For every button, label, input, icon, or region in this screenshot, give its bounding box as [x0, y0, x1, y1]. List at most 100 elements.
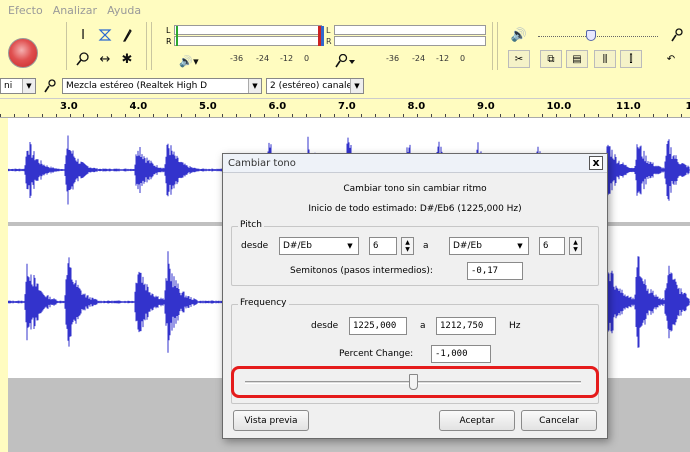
multi-tool-icon[interactable]: ✱ [116, 48, 138, 70]
frequency-to-label: a [420, 321, 426, 331]
pitch-to-octave-input[interactable]: 6 [539, 237, 565, 255]
scale-label: -36 [230, 54, 244, 63]
ok-button[interactable]: Aceptar [439, 410, 515, 431]
ruler-tick [55, 114, 57, 117]
dialog-heading: Cambiar tono sin cambiar ritmo [343, 184, 487, 194]
toolbar-separator [146, 22, 147, 70]
frequency-group-label: Frequency [238, 298, 289, 308]
menu-analizar[interactable]: Analizar [53, 4, 97, 17]
scale-label: -12 [280, 54, 294, 63]
device-toolbar: ni ▼ Mezcla estéreo (Realtek High D ▼ 2 … [0, 76, 690, 96]
scale-label: 0 [460, 54, 466, 63]
audio-host-select[interactable]: ni ▼ [0, 78, 36, 94]
envelope-tool-icon[interactable] [94, 24, 116, 46]
cancel-button[interactable]: Cancelar [521, 410, 597, 431]
chevron-down-icon: ▼ [517, 242, 523, 250]
pitch-from-label: desde [241, 241, 269, 251]
pitch-to-note-value: D#/Eb [453, 241, 482, 251]
record-scale: -36 -24 -12 0 [386, 54, 476, 63]
ruler-tick [389, 114, 391, 117]
trim-icon[interactable]: ⫼ [594, 50, 616, 68]
ruler-tick [375, 114, 377, 117]
rec-meter-channel-r: R [326, 37, 332, 46]
ruler-tick [0, 114, 1, 117]
record-button[interactable] [8, 38, 38, 68]
ruler-tick [542, 114, 544, 117]
channels-select[interactable]: 2 (estéreo) canale ▼ [266, 78, 364, 94]
change-pitch-dialog: Cambiar tono x Cambiar tono sin cambiar … [222, 153, 608, 439]
scale-label: -36 [386, 54, 400, 63]
ruler-label: 8.0 [407, 101, 426, 112]
ruler-tick [681, 114, 683, 117]
toolbar-separator [492, 22, 493, 70]
frequency-from-input[interactable]: 1225,000 [349, 317, 407, 335]
ruler-tick [583, 114, 585, 117]
chevron-down-icon: ▼ [350, 79, 363, 93]
ruler-tick [250, 114, 252, 117]
paste-icon[interactable]: ▤ [566, 50, 588, 68]
ruler-tick [236, 114, 238, 117]
frequency-to-input[interactable]: 1212,750 [436, 317, 496, 335]
record-meter-r [334, 36, 486, 46]
pitch-from-note-value: D#/Eb [283, 241, 312, 251]
toolbar-separator [497, 22, 498, 70]
ruler-tick [430, 114, 432, 117]
ruler-tick [27, 114, 29, 117]
input-device-icon [40, 76, 60, 96]
playback-scale: -36 -24 -12 0 [230, 54, 320, 63]
pitch-to-octave-spinner[interactable]: ▲ ▼ [569, 237, 582, 255]
ruler-label: 5.0 [199, 101, 217, 112]
pitch-from-octave-input[interactable]: 6 [369, 237, 397, 255]
playback-meter-mark [176, 26, 178, 46]
pitch-from-note-select[interactable]: D#/Eb ▼ [279, 237, 359, 255]
cut-icon[interactable]: ✂ [508, 50, 530, 68]
silence-icon[interactable]: ⫿ [620, 50, 642, 68]
ruler-tick [125, 114, 127, 117]
speaker-icon[interactable]: 🔊▾ [174, 50, 204, 72]
track-control-panel[interactable] [0, 118, 8, 452]
close-icon[interactable]: x [589, 156, 603, 170]
draw-tool-icon[interactable] [116, 24, 138, 46]
ruler-tick [347, 114, 349, 117]
spin-up-icon[interactable]: ▲ [573, 239, 578, 246]
volume-slider-track[interactable] [538, 36, 658, 37]
pitch-to-note-select[interactable]: D#/Eb ▼ [449, 237, 529, 255]
ruler-tick [291, 114, 293, 117]
ruler-tick [139, 114, 140, 117]
volume-slider-thumb[interactable] [586, 30, 596, 41]
pitch-from-octave-spinner[interactable]: ▲ ▼ [401, 237, 414, 255]
percent-change-input[interactable]: -1,000 [431, 345, 491, 363]
semitones-input[interactable]: -0,17 [467, 262, 523, 280]
toolbar-separator [151, 22, 152, 70]
menu-ayuda[interactable]: Ayuda [107, 4, 141, 17]
chevron-down-icon: ▼ [248, 79, 261, 93]
timeshift-tool-icon[interactable]: ↔ [94, 48, 116, 70]
zoom-tool-icon[interactable] [72, 48, 94, 70]
ruler-tick [180, 114, 182, 117]
selection-tool-icon[interactable]: I [72, 24, 94, 46]
preview-button[interactable]: Vista previa [233, 410, 309, 431]
ruler-tick [111, 114, 113, 117]
timeline-ruler[interactable]: 3.0 4.0 5.0 6.0 7.0 8.0 9.0 10.0 11.0 12.0 [0, 98, 690, 118]
ruler-tick [528, 114, 530, 117]
undo-icon[interactable]: ↶ [660, 50, 682, 68]
ruler-tick [611, 114, 613, 117]
rec-meter-channel-l: L [326, 26, 331, 35]
ruler-label: 11.0 [616, 101, 641, 112]
spin-down-icon[interactable]: ▼ [405, 246, 410, 253]
ruler-tick [208, 114, 210, 117]
input-device-select[interactable]: Mezcla estéreo (Realtek High D ▼ [62, 78, 262, 94]
ruler-tick [569, 114, 571, 117]
copy-icon[interactable]: ⧉ [540, 50, 562, 68]
audio-host-value: ni [4, 81, 13, 91]
ruler-tick [625, 114, 627, 117]
microphone-icon[interactable] [330, 50, 360, 72]
scale-label: -24 [412, 54, 426, 63]
input-device-value: Mezcla estéreo (Realtek High D [66, 81, 208, 91]
channels-value: 2 (estéreo) canale [270, 81, 353, 91]
menu-efecto[interactable]: Efecto [8, 4, 43, 17]
spin-up-icon[interactable]: ▲ [405, 239, 410, 246]
spin-down-icon[interactable]: ▼ [573, 246, 578, 253]
ruler-tick [458, 114, 460, 117]
ruler-label: 12.0 [685, 101, 690, 112]
